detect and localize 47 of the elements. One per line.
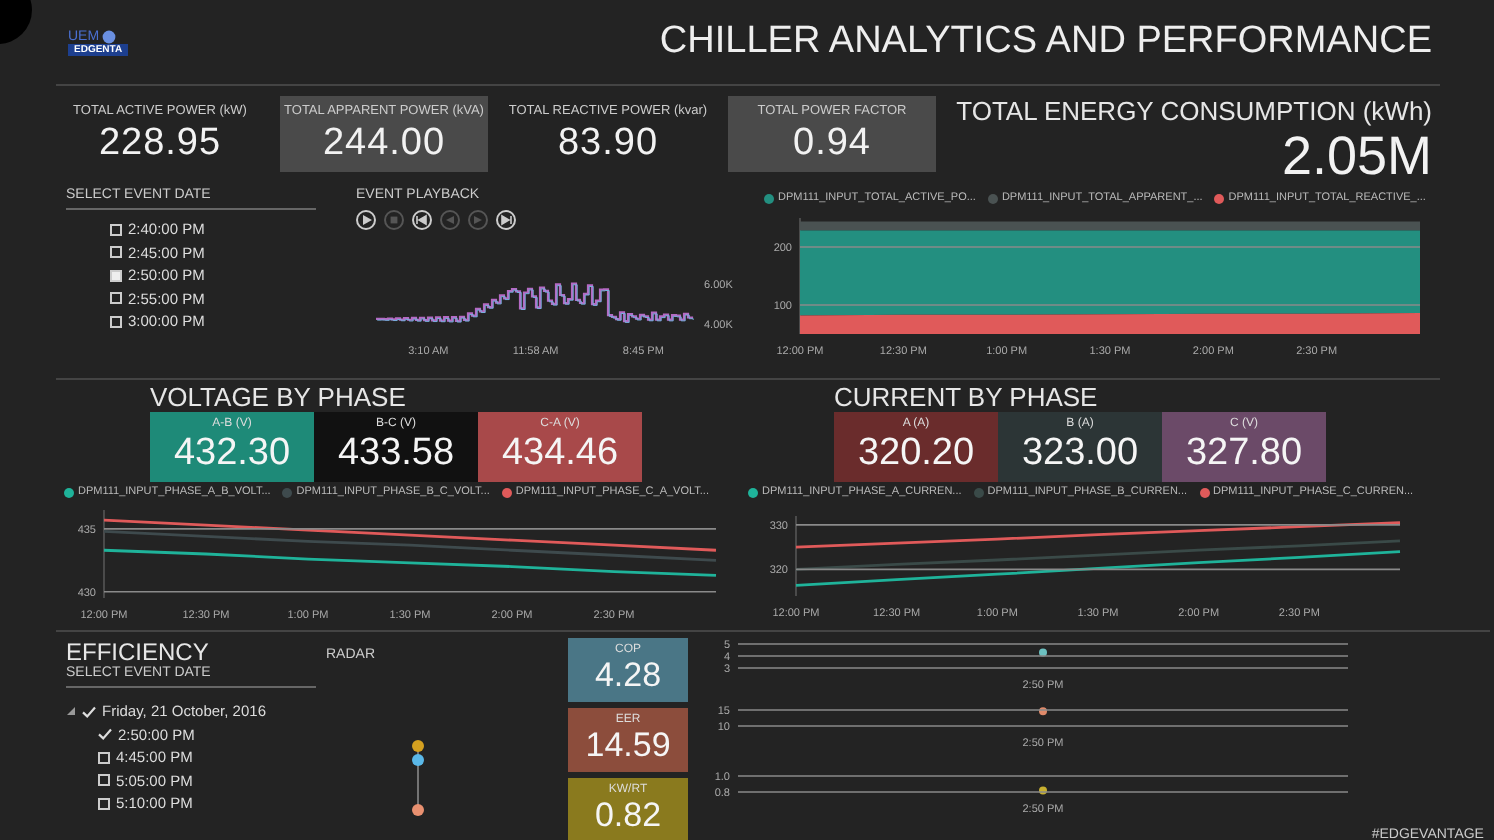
checkbox[interactable] <box>98 751 110 764</box>
expand-icon[interactable] <box>66 706 76 717</box>
checkbox[interactable] <box>110 315 122 328</box>
kpi-value: 0.94 <box>793 121 871 165</box>
metric-value: 14.59 <box>585 726 671 766</box>
kpi-value: 2.05M <box>1281 126 1432 186</box>
reading-value: 320.20 <box>857 432 975 476</box>
section-title: CURRENT BY PHASE <box>834 382 1100 412</box>
checkbox[interactable] <box>98 797 110 810</box>
checkbox[interactable] <box>98 774 110 787</box>
skip-back-button[interactable] <box>412 210 432 230</box>
y-axis-line <box>799 217 801 335</box>
checkbox[interactable] <box>110 292 122 305</box>
step-back-icon <box>442 212 458 228</box>
checkbox[interactable] <box>110 269 122 282</box>
kpi-label: TOTAL ENERGY CONSUMPTION (kWh) <box>956 96 1432 126</box>
skip-forward-icon <box>498 212 514 228</box>
check-icon[interactable] <box>98 728 112 741</box>
skip-back-icon <box>414 212 430 228</box>
section-title: EFFICIENCY <box>66 638 211 666</box>
metric-value: 0.82 <box>594 796 662 836</box>
reading-value: 434.46 <box>501 432 619 476</box>
y-axis-line <box>795 515 797 597</box>
reading-value: 327.80 <box>1185 432 1303 476</box>
data-point <box>1038 786 1047 795</box>
reading-value: 323.00 <box>1021 432 1139 476</box>
stop-icon <box>386 212 402 228</box>
y-axis-line <box>103 509 105 599</box>
data-point <box>1038 648 1047 657</box>
check-icon[interactable] <box>82 705 96 718</box>
kpi-value: 83.90 <box>557 121 659 165</box>
radar-drawing <box>410 738 426 818</box>
reading-value: 433.58 <box>337 432 455 476</box>
skip-forward-button[interactable] <box>496 210 516 230</box>
checkbox[interactable] <box>110 246 122 259</box>
metric-value: 4.28 <box>594 656 662 696</box>
play-button[interactable] <box>356 210 376 230</box>
kpi-value: 244.00 <box>322 121 446 165</box>
dashboard-title: CHILLER ANALYTICS AND PERFORMANCE <box>659 20 1432 64</box>
reading-value: 432.30 <box>173 432 291 476</box>
step-forward-icon <box>470 212 486 228</box>
checkbox[interactable] <box>110 223 122 236</box>
play-icon <box>358 212 374 228</box>
globe-icon <box>101 29 116 43</box>
kpi-value: 228.95 <box>98 121 222 165</box>
data-point <box>1038 707 1047 716</box>
section-title: VOLTAGE BY PHASE <box>150 382 408 412</box>
